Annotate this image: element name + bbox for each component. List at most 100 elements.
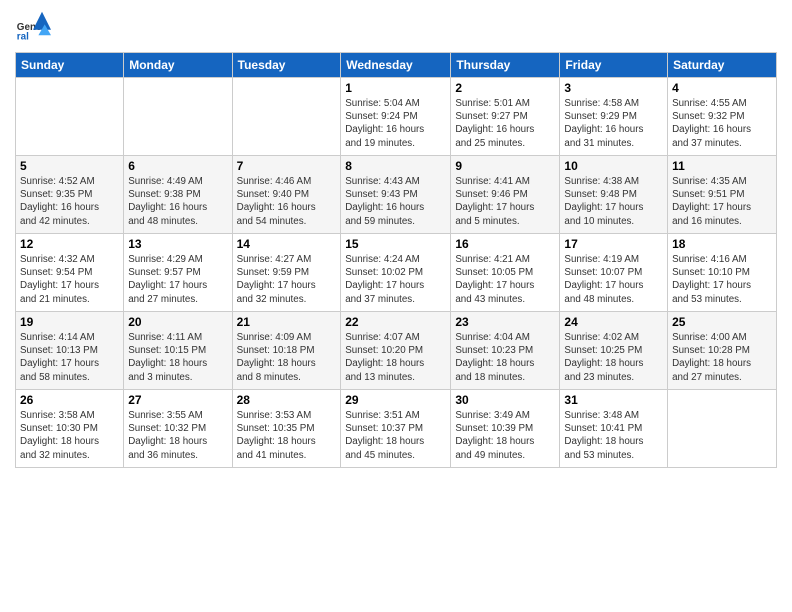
day-number: 24: [564, 315, 663, 329]
day-number: 17: [564, 237, 663, 251]
day-cell: 1 Sunrise: 5:04 AM Sunset: 9:24 PM Daylig…: [341, 78, 451, 156]
day-number: 22: [345, 315, 446, 329]
day-cell: 28Sunrise: 3:53 AM Sunset: 10:35 PM Dayl…: [232, 390, 341, 468]
header-row: SundayMondayTuesdayWednesdayThursdayFrid…: [16, 53, 777, 78]
day-info: Sunrise: 3:51 AM Sunset: 10:37 PM Daylig…: [345, 409, 446, 462]
day-info: Sunrise: 4:09 AM Sunset: 10:18 PM Daylig…: [237, 331, 337, 384]
week-row-1: 5 Sunrise: 4:52 AM Sunset: 9:35 PM Daylig…: [16, 156, 777, 234]
day-number: 14: [237, 237, 337, 251]
day-number: 26: [20, 393, 119, 407]
day-number: 31: [564, 393, 663, 407]
day-cell: 25 Sunrise: 4:00 AM Sunset: 10:28 PM Dayl…: [668, 312, 777, 390]
day-info: Sunrise: 3:55 AM Sunset: 10:32 PM Daylig…: [128, 409, 227, 462]
logo-icon: Gene ral: [15, 10, 51, 46]
day-number: 6: [128, 159, 227, 173]
day-info: Sunrise: 4:55 AM Sunset: 9:32 PM Dayligh…: [672, 97, 772, 150]
day-info: Sunrise: 4:14 AM Sunset: 10:13 PM Daylig…: [20, 331, 119, 384]
day-cell: 16Sunrise: 4:21 AM Sunset: 10:05 PM Dayl…: [451, 234, 560, 312]
day-cell: 19 Sunrise: 4:14 AM Sunset: 10:13 PM Dayl…: [16, 312, 124, 390]
day-number: 1: [345, 81, 446, 95]
day-cell: 11Sunrise: 4:35 AM Sunset: 9:51 PM Dayli…: [668, 156, 777, 234]
day-cell: 4 Sunrise: 4:55 AM Sunset: 9:32 PM Daylig…: [668, 78, 777, 156]
day-number: 8: [345, 159, 446, 173]
day-info: Sunrise: 4:24 AM Sunset: 10:02 PM Daylig…: [345, 253, 446, 306]
day-cell: 6 Sunrise: 4:49 AM Sunset: 9:38 PM Daylig…: [124, 156, 232, 234]
day-cell: 27 Sunrise: 3:55 AM Sunset: 10:32 PM Dayl…: [124, 390, 232, 468]
day-info: Sunrise: 4:41 AM Sunset: 9:46 PM Dayligh…: [455, 175, 555, 228]
calendar-table: SundayMondayTuesdayWednesdayThursdayFrid…: [15, 52, 777, 468]
day-number: 13: [128, 237, 227, 251]
day-info: Sunrise: 4:04 AM Sunset: 10:23 PM Daylig…: [455, 331, 555, 384]
day-number: 27: [128, 393, 227, 407]
day-cell: 26 Sunrise: 3:58 AM Sunset: 10:30 PM Dayl…: [16, 390, 124, 468]
day-header-sunday: Sunday: [16, 53, 124, 78]
day-cell: 5 Sunrise: 4:52 AM Sunset: 9:35 PM Daylig…: [16, 156, 124, 234]
day-info: Sunrise: 3:58 AM Sunset: 10:30 PM Daylig…: [20, 409, 119, 462]
day-number: 29: [345, 393, 446, 407]
day-info: Sunrise: 5:01 AM Sunset: 9:27 PM Dayligh…: [455, 97, 555, 150]
day-cell: 23 Sunrise: 4:04 AM Sunset: 10:23 PM Dayl…: [451, 312, 560, 390]
day-cell: 12 Sunrise: 4:32 AM Sunset: 9:54 PM Dayli…: [16, 234, 124, 312]
day-number: 12: [20, 237, 119, 251]
day-header-saturday: Saturday: [668, 53, 777, 78]
day-cell: 10 Sunrise: 4:38 AM Sunset: 9:48 PM Dayli…: [560, 156, 668, 234]
day-number: 20: [128, 315, 227, 329]
day-info: Sunrise: 4:32 AM Sunset: 9:54 PM Dayligh…: [20, 253, 119, 306]
day-info: Sunrise: 4:19 AM Sunset: 10:07 PM Daylig…: [564, 253, 663, 306]
day-cell: 30 Sunrise: 3:49 AM Sunset: 10:39 PM Dayl…: [451, 390, 560, 468]
day-cell: 31 Sunrise: 3:48 AM Sunset: 10:41 PM Dayl…: [560, 390, 668, 468]
day-info: Sunrise: 4:27 AM Sunset: 9:59 PM Dayligh…: [237, 253, 337, 306]
day-header-friday: Friday: [560, 53, 668, 78]
day-cell: 3 Sunrise: 4:58 AM Sunset: 9:29 PM Daylig…: [560, 78, 668, 156]
day-cell: 21 Sunrise: 4:09 AM Sunset: 10:18 PM Dayl…: [232, 312, 341, 390]
day-cell: 22Sunrise: 4:07 AM Sunset: 10:20 PM Dayl…: [341, 312, 451, 390]
day-info: Sunrise: 4:46 AM Sunset: 9:40 PM Dayligh…: [237, 175, 337, 228]
day-cell: 8Sunrise: 4:43 AM Sunset: 9:43 PM Daylig…: [341, 156, 451, 234]
day-number: 9: [455, 159, 555, 173]
day-number: 21: [237, 315, 337, 329]
day-info: Sunrise: 3:49 AM Sunset: 10:39 PM Daylig…: [455, 409, 555, 462]
day-number: 15: [345, 237, 446, 251]
day-info: Sunrise: 5:04 AM Sunset: 9:24 PM Dayligh…: [345, 97, 446, 150]
day-number: 25: [672, 315, 772, 329]
day-info: Sunrise: 4:00 AM Sunset: 10:28 PM Daylig…: [672, 331, 772, 384]
day-cell: 9 Sunrise: 4:41 AM Sunset: 9:46 PM Daylig…: [451, 156, 560, 234]
day-info: Sunrise: 4:29 AM Sunset: 9:57 PM Dayligh…: [128, 253, 227, 306]
day-number: 3: [564, 81, 663, 95]
day-info: Sunrise: 3:48 AM Sunset: 10:41 PM Daylig…: [564, 409, 663, 462]
day-cell: 20 Sunrise: 4:11 AM Sunset: 10:15 PM Dayl…: [124, 312, 232, 390]
day-cell: [124, 78, 232, 156]
day-number: 10: [564, 159, 663, 173]
day-info: Sunrise: 4:11 AM Sunset: 10:15 PM Daylig…: [128, 331, 227, 384]
day-number: 18: [672, 237, 772, 251]
day-cell: 18 Sunrise: 4:16 AM Sunset: 10:10 PM Dayl…: [668, 234, 777, 312]
day-number: 16: [455, 237, 555, 251]
week-row-4: 26 Sunrise: 3:58 AM Sunset: 10:30 PM Dayl…: [16, 390, 777, 468]
day-number: 19: [20, 315, 119, 329]
day-info: Sunrise: 4:49 AM Sunset: 9:38 PM Dayligh…: [128, 175, 227, 228]
week-row-0: 1 Sunrise: 5:04 AM Sunset: 9:24 PM Daylig…: [16, 78, 777, 156]
day-info: Sunrise: 4:16 AM Sunset: 10:10 PM Daylig…: [672, 253, 772, 306]
week-row-2: 12 Sunrise: 4:32 AM Sunset: 9:54 PM Dayli…: [16, 234, 777, 312]
day-cell: 13 Sunrise: 4:29 AM Sunset: 9:57 PM Dayli…: [124, 234, 232, 312]
day-number: 30: [455, 393, 555, 407]
day-info: Sunrise: 4:52 AM Sunset: 9:35 PM Dayligh…: [20, 175, 119, 228]
day-cell: 17 Sunrise: 4:19 AM Sunset: 10:07 PM Dayl…: [560, 234, 668, 312]
day-cell: 24Sunrise: 4:02 AM Sunset: 10:25 PM Dayl…: [560, 312, 668, 390]
day-header-tuesday: Tuesday: [232, 53, 341, 78]
day-info: Sunrise: 4:58 AM Sunset: 9:29 PM Dayligh…: [564, 97, 663, 150]
day-number: 5: [20, 159, 119, 173]
day-cell: 7Sunrise: 4:46 AM Sunset: 9:40 PM Daylig…: [232, 156, 341, 234]
day-cell: [668, 390, 777, 468]
day-number: 23: [455, 315, 555, 329]
day-info: Sunrise: 4:35 AM Sunset: 9:51 PM Dayligh…: [672, 175, 772, 228]
logo: Gene ral: [15, 10, 55, 46]
week-row-3: 19 Sunrise: 4:14 AM Sunset: 10:13 PM Dayl…: [16, 312, 777, 390]
day-number: 4: [672, 81, 772, 95]
day-cell: 2 Sunrise: 5:01 AM Sunset: 9:27 PM Daylig…: [451, 78, 560, 156]
day-cell: 14 Sunrise: 4:27 AM Sunset: 9:59 PM Dayli…: [232, 234, 341, 312]
day-info: Sunrise: 4:38 AM Sunset: 9:48 PM Dayligh…: [564, 175, 663, 228]
day-number: 2: [455, 81, 555, 95]
day-info: Sunrise: 3:53 AM Sunset: 10:35 PM Daylig…: [237, 409, 337, 462]
header: Gene ral: [15, 10, 777, 46]
